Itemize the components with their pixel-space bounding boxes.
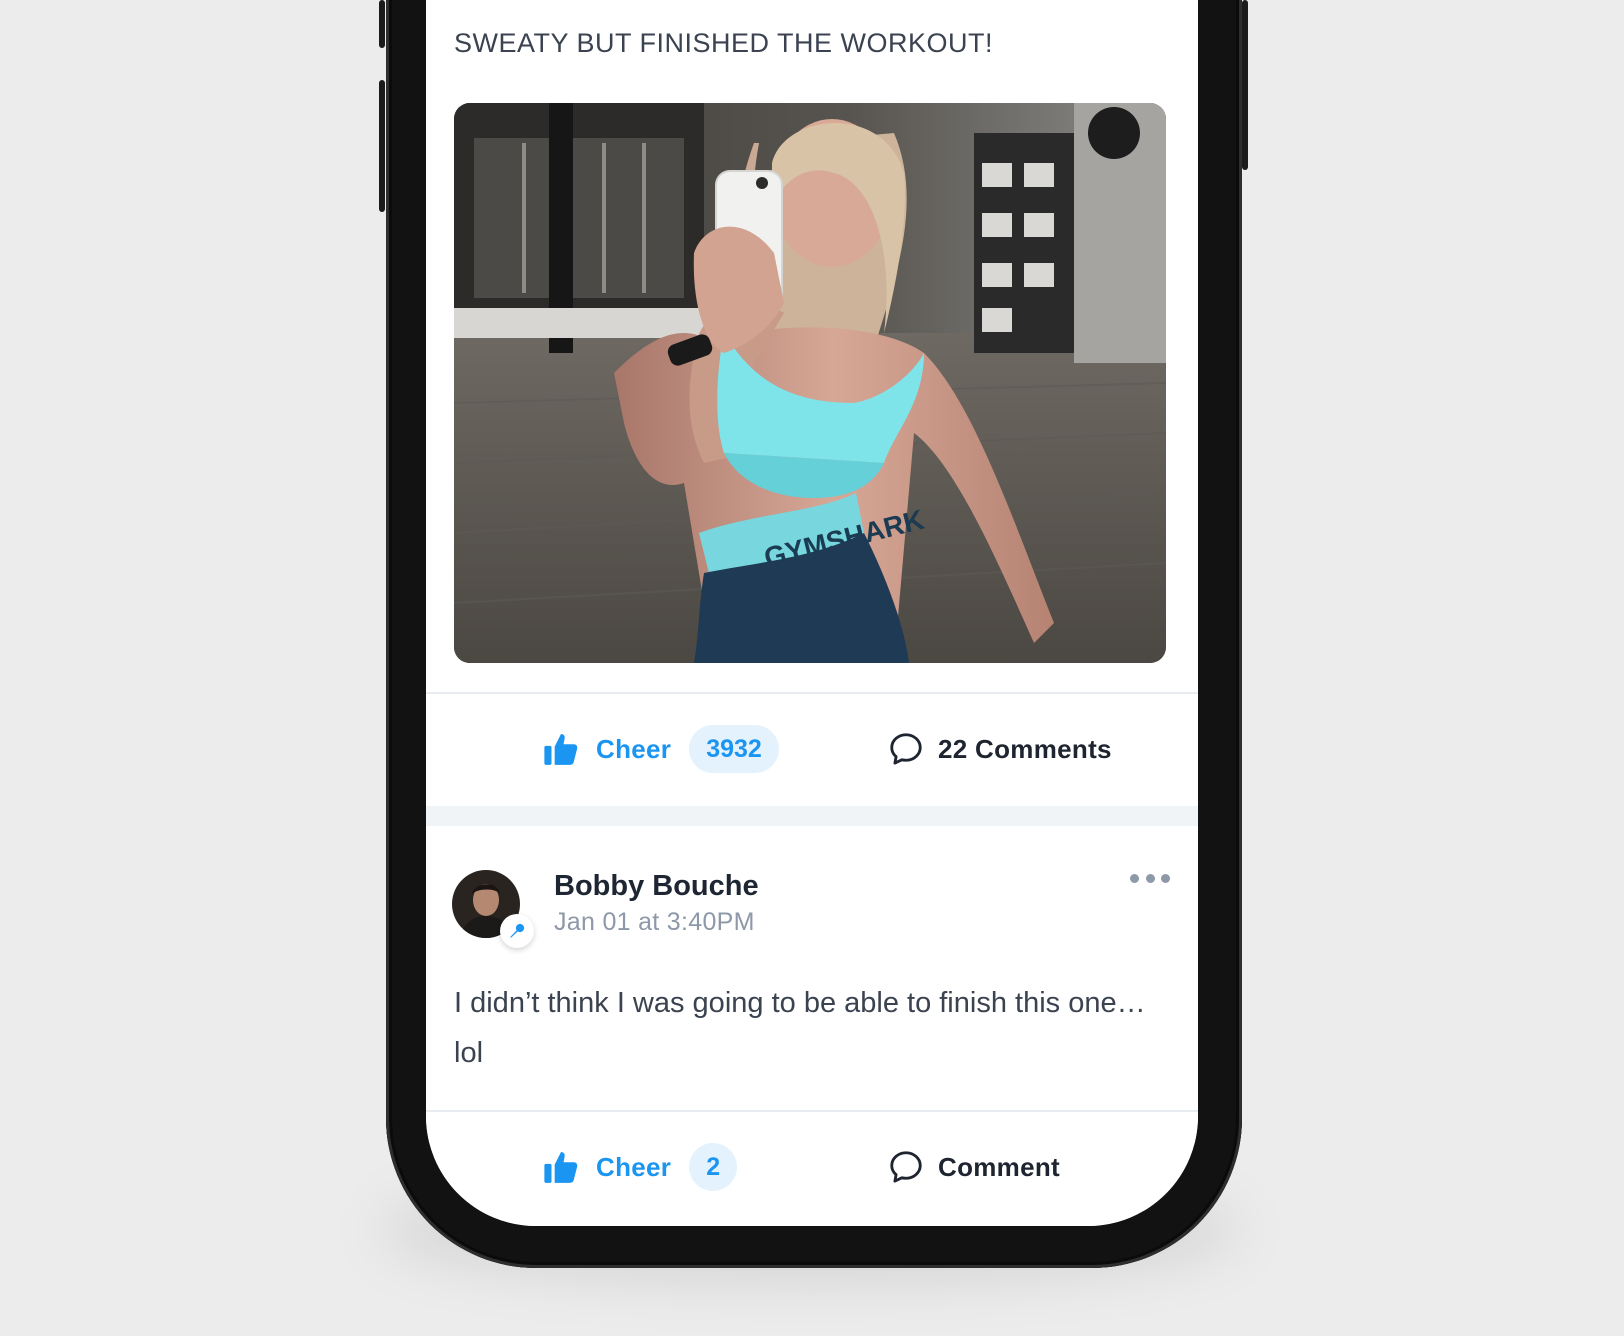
author-avatar[interactable]	[452, 870, 534, 948]
ellipsis-icon	[1145, 873, 1155, 883]
phone-volume-button	[379, 80, 385, 212]
comments-count-label: 22 Comments	[938, 733, 1112, 764]
comment-label: Comment	[938, 1151, 1060, 1182]
cheer-label: Cheer	[596, 1151, 672, 1182]
post-body-text: I didn’t think I was going to be able to…	[454, 987, 1146, 1069]
cheer-label: Cheer	[596, 733, 672, 764]
avatar-badge	[500, 914, 534, 948]
comment-button[interactable]: Comment	[888, 1112, 1060, 1222]
cheer-button[interactable]: Cheer 2	[542, 1112, 738, 1222]
comments-button[interactable]: 22 Comments	[888, 694, 1112, 804]
thumbs-up-icon	[544, 733, 578, 765]
post-caption: SWEATY BUT FINISHED THE WORKOUT!	[454, 28, 994, 58]
post-actions: Cheer 2 Comment	[426, 1112, 1198, 1222]
cheer-count-badge: 2	[689, 1143, 738, 1191]
post-timestamp: Jan 01 at 3:40PM	[554, 908, 755, 936]
ellipsis-icon	[1130, 873, 1139, 883]
app-screen: SWEATY BUT FINISHED THE WORKOUT! GYMSHAR…	[426, 0, 1198, 1226]
microphone-icon	[510, 923, 525, 938]
speech-bubble-icon	[890, 733, 922, 765]
thumbs-up-icon	[544, 1151, 578, 1183]
author-name[interactable]: Bobby Bouche	[554, 870, 759, 903]
more-options-button[interactable]	[1130, 866, 1170, 890]
cheer-count-badge: 3932	[689, 725, 779, 773]
post-photo[interactable]: GYMSHARK	[454, 103, 1166, 663]
speech-bubble-icon	[890, 1151, 922, 1183]
post-actions: Cheer 3932 22 Comments	[426, 694, 1198, 804]
post-card: Bobby Bouche Jan 01 at 3:40PM I didn’t t…	[426, 826, 1198, 1226]
app-stage: SWEATY BUT FINISHED THE WORKOUT! GYMSHAR…	[0, 0, 1624, 1336]
ellipsis-icon	[1161, 873, 1170, 883]
phone-power-button	[1242, 0, 1248, 170]
phone-side-button	[379, 0, 385, 48]
gym-selfie-image: GYMSHARK	[454, 103, 1166, 663]
cheer-button[interactable]: Cheer 3932	[542, 694, 779, 804]
post-card: SWEATY BUT FINISHED THE WORKOUT! GYMSHAR…	[426, 0, 1198, 806]
